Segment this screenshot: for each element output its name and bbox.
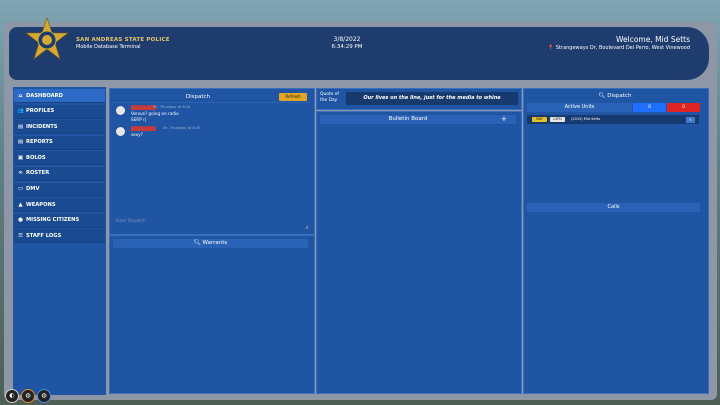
message-time: 5h, Thursday at 6:35 (163, 126, 201, 130)
active-units-label: Active Units (527, 103, 632, 112)
unit-tag: MAY (532, 117, 547, 122)
list-icon: ☰ (18, 232, 23, 239)
sidebar-item-staff-logs[interactable]: ☰ STAFF LOGS (14, 229, 105, 244)
message-sender: ████████ (131, 105, 156, 110)
message-time: 5h, Thursday at 6:34 (153, 105, 191, 109)
location-label: Strangeways Dr, Boulevard Del Perro, Wes… (555, 45, 690, 51)
agency-name: SAN ANDREAS STATE POLICE (76, 37, 170, 43)
users-icon: 👥 (17, 108, 24, 115)
refresh-button[interactable]: Refresh (279, 93, 307, 101)
sidebar: ⌂ DASHBOARD 👥 PROFILES ▤ INCIDENTS ▤ REPORTS… (13, 87, 106, 395)
blue-unit-count: 0 (633, 103, 666, 112)
link-icon: ∞ (18, 170, 23, 177)
message-sender: ████████ (131, 126, 156, 131)
home-icon: ⌂ (18, 92, 23, 99)
warrants-panel (109, 235, 315, 394)
sidebar-item-dmv[interactable]: ▭ DMV (14, 182, 105, 197)
dispatch-input[interactable]: Enter Dispatch (116, 216, 309, 226)
sidebar-item-reports[interactable]: ▤ REPORTS (14, 135, 105, 150)
police-badge-icon (25, 17, 69, 60)
red-unit-count: 0 (667, 103, 700, 112)
voice-icon: ◐ (5, 389, 19, 403)
car-icon: ▣ (17, 154, 24, 161)
sidebar-item-incidents[interactable]: ▤ INCIDENTS (14, 120, 105, 135)
header-date: 3/8/2022 (333, 36, 361, 43)
calls-label: Calls (527, 203, 700, 212)
sidebar-item-profiles[interactable]: 👥 PROFILES (14, 104, 105, 119)
sidebar-item-dashboard[interactable]: ⌂ DASHBOARD (14, 89, 105, 103)
welcome-text: Welcome, Mid Setts (616, 35, 690, 44)
dispatch-title: Dispatch (185, 94, 211, 100)
message-text: Versus? going on radio SERP rj (131, 111, 179, 122)
dispatch-divider (111, 102, 311, 103)
sidebar-item-weapons[interactable]: ▲ WEAPONS (14, 198, 105, 213)
quote-label: Quote of the Day (320, 92, 339, 103)
sidebar-item-missing-citizens[interactable]: ● MISSING CITIZENS (14, 213, 105, 228)
sidebar-item-bolos[interactable]: ▣ BOLOS (14, 151, 105, 166)
file-icon: ▤ (17, 123, 24, 130)
add-bulletin-button[interactable]: + (501, 115, 507, 123)
card-icon: ▭ (17, 186, 24, 193)
search-icon: 🔍︎ (598, 93, 606, 99)
map-pin-icon: 📍 (547, 45, 554, 51)
unit-row[interactable]: MAY LSPD (2015) Mid Setts 5 (527, 115, 699, 124)
sidebar-item-roster[interactable]: ∞ ROSTER (14, 166, 105, 181)
armor-icon: ◍ (37, 389, 51, 403)
bulletin-title: Bulletin Board (388, 116, 428, 122)
warrants-title: 🔍︎ Warrants (193, 240, 228, 246)
file-icon: ▤ (17, 139, 24, 146)
message-text: sexy? (131, 132, 143, 137)
resize-handle-icon: ◢ (305, 224, 309, 229)
unit-agency-tag: LSPD (550, 117, 565, 122)
right-dispatch-panel (523, 88, 709, 394)
health-icon: ◍ (21, 389, 35, 403)
warning-icon: ▲ (18, 201, 23, 208)
person-icon: ● (18, 217, 23, 224)
avatar (116, 106, 125, 115)
unit-action-button[interactable]: 5 (686, 116, 695, 123)
header-time: 6:34:29 PM (331, 44, 363, 50)
mdt-header (9, 27, 709, 80)
location-text: 📍 Strangeways Dr, Boulevard Del Perro, We… (548, 45, 690, 51)
avatar (116, 127, 125, 136)
right-dispatch-title: 🔍︎ Dispatch (598, 93, 632, 99)
unit-name: (2015) Mid Setts (571, 117, 601, 121)
terminal-subtitle: Mobile Database Terminal (76, 44, 141, 50)
search-icon: 🔍︎ (193, 240, 201, 246)
quote-text: Our lives on the line, just for the medi… (346, 92, 518, 105)
bulletin-panel (316, 111, 522, 394)
